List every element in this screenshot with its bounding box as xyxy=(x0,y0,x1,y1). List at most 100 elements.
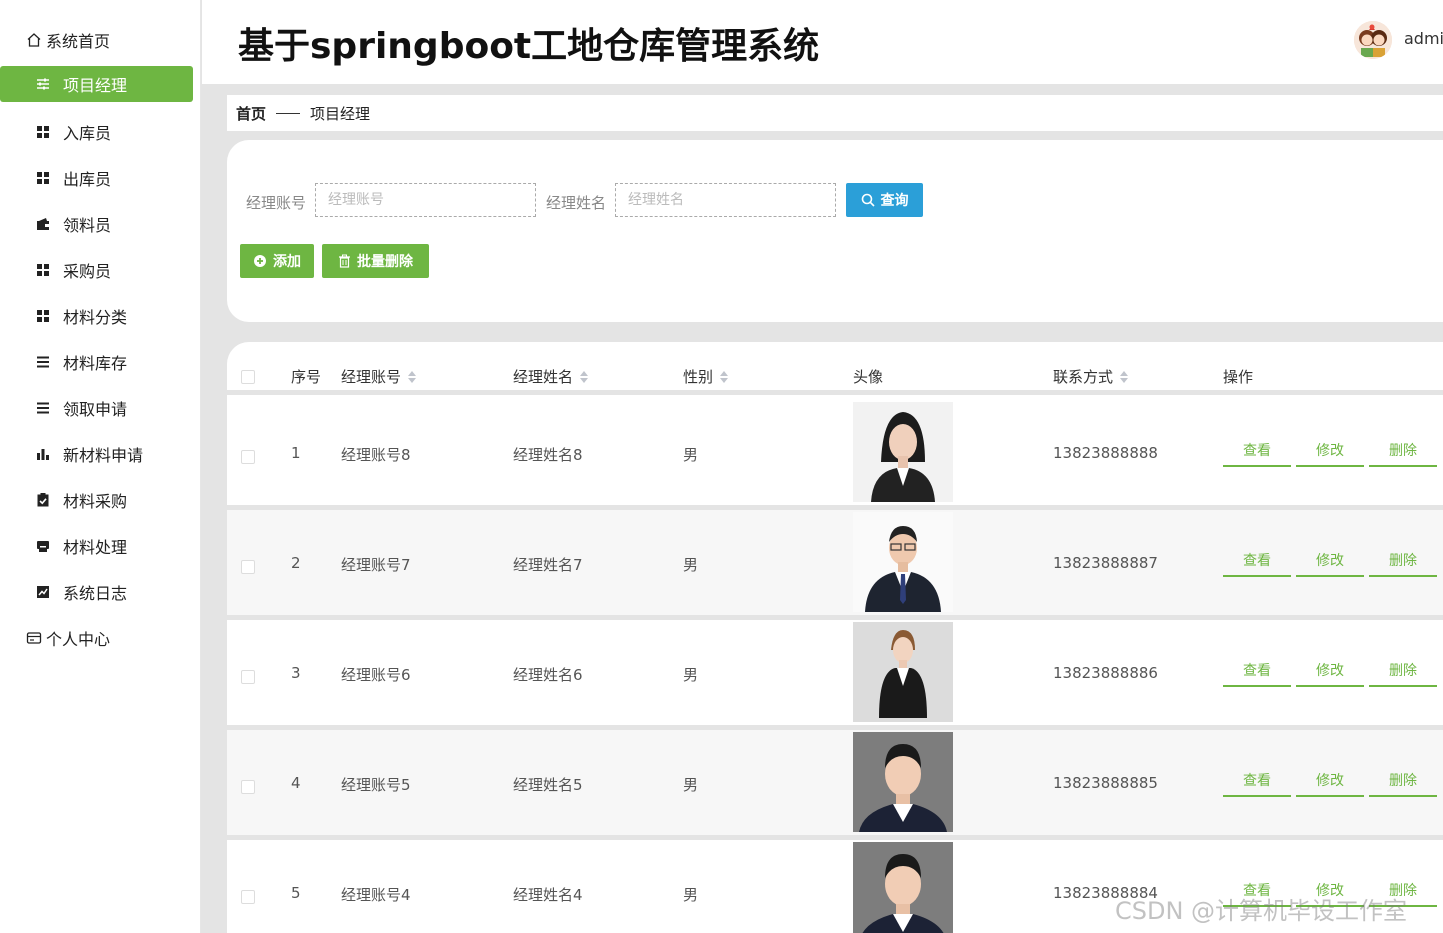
id-card-icon xyxy=(26,630,42,646)
edit-button[interactable]: 修改 xyxy=(1296,545,1364,577)
sort-icon[interactable] xyxy=(580,370,589,383)
view-button[interactable]: 查看 xyxy=(1223,435,1291,467)
sidebar-item-label: 系统日志 xyxy=(63,584,128,603)
query-button[interactable]: 查询 xyxy=(846,183,923,217)
list-icon xyxy=(35,354,51,370)
sort-icon[interactable] xyxy=(1120,370,1129,383)
top-header: 基于springboot工地仓库管理系统 admi xyxy=(202,0,1443,84)
row-checkbox[interactable] xyxy=(241,670,255,684)
sidebar-item-pickup-request[interactable]: 领取申请 xyxy=(0,390,193,426)
view-button[interactable]: 查看 xyxy=(1223,765,1291,797)
sort-icon[interactable] xyxy=(408,370,417,383)
breadcrumb-current: 项目经理 xyxy=(310,104,371,123)
grid-icon xyxy=(35,262,51,278)
sidebar-item-material-category[interactable]: 材料分类 xyxy=(0,298,193,334)
cell-name: 经理姓名8 xyxy=(513,446,583,464)
add-button[interactable]: 添加 xyxy=(240,244,314,278)
cell-phone: 13823888885 xyxy=(1053,774,1158,792)
clipboard-check-icon xyxy=(35,492,51,508)
search-icon xyxy=(861,193,875,207)
sidebar: 系统首页 项目经理 入库员 出库员 领料员 采购员 材料分类 材料库存 领取申请… xyxy=(0,0,201,933)
sidebar-item-project-manager[interactable]: 项目经理 xyxy=(0,66,193,102)
sidebar-item-label: 项目经理 xyxy=(63,76,128,95)
row-checkbox[interactable] xyxy=(241,890,255,904)
username[interactable]: admi xyxy=(1404,29,1443,48)
breadcrumb-home[interactable]: 首页 xyxy=(236,103,266,124)
query-button-label: 查询 xyxy=(880,193,909,209)
avatar-photo[interactable] xyxy=(853,622,953,722)
plus-circle-icon xyxy=(253,254,267,268)
sidebar-item-new-material-request[interactable]: 新材料申请 xyxy=(0,436,193,472)
row-checkbox[interactable] xyxy=(241,560,255,574)
cell-gender: 男 xyxy=(683,666,699,684)
sliders-icon xyxy=(35,76,51,92)
cell-index: 2 xyxy=(291,554,301,572)
avatar[interactable] xyxy=(1354,21,1392,59)
cell-account: 经理账号6 xyxy=(341,666,411,684)
cell-phone: 13823888887 xyxy=(1053,554,1158,572)
sidebar-item-label: 材料分类 xyxy=(63,308,128,327)
sidebar-item-material-stock[interactable]: 材料库存 xyxy=(0,344,193,380)
grid-icon xyxy=(35,308,51,324)
table-row: 3 经理账号6 经理姓名6 男 13823888886 查看 修改 删除 xyxy=(227,620,1443,725)
cell-gender: 男 xyxy=(683,446,699,464)
col-account[interactable]: 经理账号 xyxy=(341,366,417,387)
avatar-photo[interactable] xyxy=(853,842,953,933)
delete-button[interactable]: 删除 xyxy=(1369,435,1437,467)
view-button[interactable]: 查看 xyxy=(1223,545,1291,577)
add-button-label: 添加 xyxy=(273,254,301,270)
sidebar-item-profile[interactable]: 个人中心 xyxy=(0,620,193,656)
cell-gender: 男 xyxy=(683,886,699,904)
sidebar-item-material-processing[interactable]: 材料处理 xyxy=(0,528,193,564)
col-phone[interactable]: 联系方式 xyxy=(1053,366,1129,387)
batch-delete-label: 批量删除 xyxy=(357,254,413,270)
avatar-photo[interactable] xyxy=(853,512,953,612)
edit-button[interactable]: 修改 xyxy=(1296,435,1364,467)
sidebar-item-label: 领取申请 xyxy=(63,400,128,419)
sidebar-item-inbound-clerk[interactable]: 入库员 xyxy=(0,114,193,150)
col-gender[interactable]: 性别 xyxy=(683,366,729,387)
cell-index: 4 xyxy=(291,774,301,792)
edit-button[interactable]: 修改 xyxy=(1296,765,1364,797)
sidebar-item-material-purchase[interactable]: 材料采购 xyxy=(0,482,193,518)
sort-icon[interactable] xyxy=(720,370,729,383)
cell-phone: 13823888888 xyxy=(1053,444,1158,462)
sidebar-item-label: 材料处理 xyxy=(63,538,128,557)
col-index: 序号 xyxy=(291,368,322,386)
account-search-input[interactable] xyxy=(315,183,536,217)
cell-name: 经理姓名7 xyxy=(513,556,583,574)
sidebar-item-home[interactable]: 系统首页 xyxy=(0,22,193,58)
view-button[interactable]: 查看 xyxy=(1223,655,1291,687)
cell-gender: 男 xyxy=(683,776,699,794)
sidebar-item-material-receiver[interactable]: 领料员 xyxy=(0,206,193,242)
sidebar-item-outbound-clerk[interactable]: 出库员 xyxy=(0,160,193,196)
search-panel: 经理账号 经理姓名 查询 添加 批量删除 xyxy=(227,140,1443,322)
batch-delete-button[interactable]: 批量删除 xyxy=(322,244,429,278)
sidebar-item-purchaser[interactable]: 采购员 xyxy=(0,252,193,288)
avatar-photo[interactable] xyxy=(853,402,953,502)
edit-button[interactable]: 修改 xyxy=(1296,655,1364,687)
trash-icon xyxy=(338,254,351,268)
table-header: 序号 经理账号 经理姓名 性别 头像 联系方式 操作 xyxy=(227,342,1443,395)
select-all-checkbox[interactable] xyxy=(241,370,255,384)
list-icon xyxy=(35,400,51,416)
name-label: 经理姓名 xyxy=(546,194,607,212)
delete-button[interactable]: 删除 xyxy=(1369,545,1437,577)
table-row: 4 经理账号5 经理姓名5 男 13823888885 查看 修改 删除 xyxy=(227,730,1443,835)
breadcrumb: 首页 项目经理 xyxy=(227,95,1443,131)
avatar-photo[interactable] xyxy=(853,732,953,832)
col-name[interactable]: 经理姓名 xyxy=(513,366,589,387)
delete-button[interactable]: 删除 xyxy=(1369,765,1437,797)
cell-name: 经理姓名5 xyxy=(513,776,583,794)
row-checkbox[interactable] xyxy=(241,450,255,464)
cell-index: 5 xyxy=(291,884,301,902)
table-row: 1 经理账号8 经理姓名8 男 13823888888 查看 修改 删除 xyxy=(227,400,1443,505)
row-checkbox[interactable] xyxy=(241,780,255,794)
name-search-input[interactable] xyxy=(615,183,836,217)
breadcrumb-separator xyxy=(276,112,301,114)
delete-button[interactable]: 删除 xyxy=(1369,655,1437,687)
account-label: 经理账号 xyxy=(246,194,307,212)
cell-account: 经理账号5 xyxy=(341,776,411,794)
sidebar-item-system-log[interactable]: 系统日志 xyxy=(0,574,193,610)
table-row: 2 经理账号7 经理姓名7 男 13823888887 查看 修改 删除 xyxy=(227,510,1443,615)
